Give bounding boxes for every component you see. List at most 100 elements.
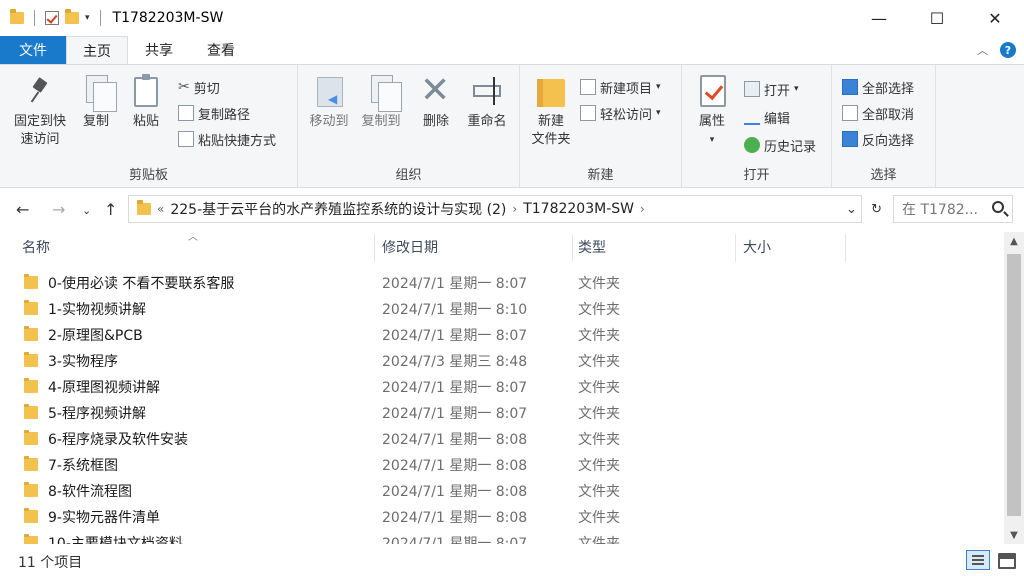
move-to-button[interactable]: 移动到 [304, 73, 354, 131]
up-arrow-icon[interactable]: ↑ [104, 200, 117, 219]
scroll-down-arrow-icon[interactable]: ▼ [1004, 526, 1024, 544]
folder-icon [24, 482, 38, 497]
cut-button[interactable]: ✂ 剪切 [178, 77, 220, 97]
file-type: 文件夹 [578, 354, 620, 370]
history-button[interactable]: 历史记录 [744, 135, 816, 155]
recent-locations-chevron-icon[interactable]: ⌄ [82, 204, 91, 217]
history-icon [744, 137, 760, 153]
refresh-icon[interactable]: ↻ [871, 202, 882, 217]
scissors-icon: ✂ [178, 79, 190, 95]
select-none-button[interactable]: 全部取消 [842, 103, 914, 123]
table-row[interactable]: 2-原理图&PCB 2024/7/1 星期一 8:07 文件夹 [0, 322, 1004, 348]
pin-icon [32, 79, 48, 101]
edit-button[interactable]: 编辑 [744, 107, 790, 127]
table-row[interactable]: 9-实物元器件清单 2024/7/1 星期一 8:08 文件夹 [0, 504, 1004, 530]
pin-quick-access-button[interactable]: 固定到快 速访问 [6, 73, 74, 149]
table-row[interactable]: 8-软件流程图 2024/7/1 星期一 8:08 文件夹 [0, 478, 1004, 504]
quick-access-toolbar: ▾ [0, 9, 105, 26]
file-type: 文件夹 [578, 380, 620, 396]
vertical-scrollbar[interactable]: ▲ ▼ [1004, 232, 1024, 544]
file-list: ︿ 名称 修改日期 类型 大小 0-使用必读 不看不要联系客服 2024/7/1 … [0, 232, 1004, 544]
table-row[interactable]: 0-使用必读 不看不要联系客服 2024/7/1 星期一 8:07 文件夹 [0, 270, 1004, 296]
move-to-label: 移动到 [309, 114, 349, 129]
close-button[interactable]: ✕ [966, 0, 1024, 36]
address-dropdown-chevron-icon[interactable]: ⌄ [846, 202, 857, 217]
invert-selection-button[interactable]: 反向选择 [842, 129, 914, 149]
open-icon [744, 81, 760, 97]
new-item-button[interactable]: 新建项目 ▾ [580, 77, 661, 97]
breadcrumb-item[interactable]: 225-基于云平台的水产养殖监控系统的设计与实现 (2) [170, 199, 506, 219]
select-all-icon [842, 79, 858, 95]
table-row[interactable]: 1-实物视频讲解 2024/7/1 星期一 8:10 文件夹 [0, 296, 1004, 322]
table-row[interactable]: 4-原理图视频讲解 2024/7/1 星期一 8:07 文件夹 [0, 374, 1004, 400]
copy-to-button[interactable]: 复制到 [356, 73, 406, 131]
forward-arrow-icon[interactable]: → [52, 200, 65, 219]
overflow-chevron-icon[interactable]: « [157, 202, 164, 216]
minimize-button[interactable]: — [850, 0, 908, 36]
new-folder-label-line2: 文件夹 [531, 132, 571, 147]
easy-access-button[interactable]: 轻松访问 ▾ [580, 103, 661, 123]
properties-check-icon[interactable] [45, 11, 59, 25]
tab-file[interactable]: 文件 [0, 36, 66, 64]
rename-button[interactable]: 重命名 [462, 73, 512, 131]
scrollbar-thumb[interactable] [1007, 254, 1021, 516]
copy-to-label: 复制到 [361, 114, 401, 129]
select-group: 全部选择 全部取消 反向选择 选择 [832, 65, 936, 187]
breadcrumb-chevron-icon[interactable]: › [512, 202, 517, 216]
paste-button[interactable]: 粘贴 [126, 73, 166, 131]
new-group-label: 新建 [587, 168, 614, 183]
column-header-type[interactable]: 类型 [578, 232, 733, 262]
column-header-size[interactable]: 大小 [743, 232, 843, 262]
folder-icon [24, 456, 38, 471]
maximize-button[interactable]: ☐ [908, 0, 966, 36]
table-row[interactable]: 3-实物程序 2024/7/3 星期三 8:48 文件夹 [0, 348, 1004, 374]
invert-selection-icon [842, 131, 858, 147]
collapse-ribbon-chevron-icon[interactable]: ︿ [977, 42, 988, 58]
tab-home[interactable]: 主页 [66, 36, 128, 64]
column-header-name-label: 名称 [22, 240, 50, 256]
open-button[interactable]: 打开 ▾ [744, 79, 799, 99]
breadcrumb-item[interactable]: T1782203M-SW [523, 201, 634, 217]
table-row[interactable]: 5-程序视频讲解 2024/7/1 星期一 8:07 文件夹 [0, 400, 1004, 426]
folder-icon [10, 9, 24, 24]
copy-icon [86, 75, 117, 112]
chevron-down-icon: ▾ [656, 108, 661, 118]
easy-access-label: 轻松访问 [600, 107, 653, 123]
column-header-name[interactable]: 名称 [22, 232, 372, 262]
search-placeholder: 在 T1782... [902, 202, 978, 218]
back-arrow-icon[interactable]: ← [16, 200, 29, 219]
details-view-icon[interactable] [966, 550, 990, 570]
copy-label: 复制 [82, 114, 109, 129]
file-type: 文件夹 [578, 328, 620, 344]
tab-share[interactable]: 共享 [128, 36, 190, 64]
column-divider[interactable] [374, 234, 375, 262]
new-folder-icon [537, 79, 565, 107]
table-row[interactable]: 6-程序烧录及软件安装 2024/7/1 星期一 8:08 文件夹 [0, 426, 1004, 452]
paste-shortcut-button[interactable]: 粘贴快捷方式 [178, 129, 276, 149]
column-divider[interactable] [572, 234, 573, 262]
properties-label: 属性 [698, 114, 725, 129]
column-divider[interactable] [735, 234, 736, 262]
delete-button[interactable]: ✕ 删除 [418, 73, 454, 131]
easy-access-icon [580, 105, 596, 121]
customize-toolbar-chevron-icon[interactable]: ▾ [85, 13, 90, 23]
column-divider[interactable] [845, 234, 846, 262]
search-icon [992, 201, 1004, 213]
open-label: 打开 [764, 83, 791, 99]
tab-view[interactable]: 查看 [190, 36, 252, 64]
address-bar[interactable]: « 225-基于云平台的水产养殖监控系统的设计与实现 (2) › T178220… [128, 195, 862, 223]
properties-button[interactable]: 属性 ▾ [690, 73, 734, 149]
select-all-button[interactable]: 全部选择 [842, 77, 914, 97]
copy-path-button[interactable]: 复制路径 [178, 103, 250, 123]
large-icons-view-icon[interactable] [994, 550, 1018, 570]
help-icon[interactable]: ? [1000, 42, 1016, 58]
column-header-date[interactable]: 修改日期 [382, 232, 572, 262]
new-folder-button[interactable]: 新建 文件夹 [526, 73, 576, 149]
table-row[interactable]: 7-系统框图 2024/7/1 星期一 8:08 文件夹 [0, 452, 1004, 478]
table-row[interactable]: 10-主要模块文档资料 2024/7/1 星期一 8:07 文件夹 [0, 530, 1004, 544]
scroll-up-arrow-icon[interactable]: ▲ [1004, 232, 1024, 250]
breadcrumb-chevron-icon[interactable]: › [640, 202, 645, 216]
search-input[interactable]: 在 T1782... [893, 195, 1013, 223]
new-folder-icon[interactable] [65, 9, 79, 24]
copy-button[interactable]: 复制 [76, 73, 117, 131]
